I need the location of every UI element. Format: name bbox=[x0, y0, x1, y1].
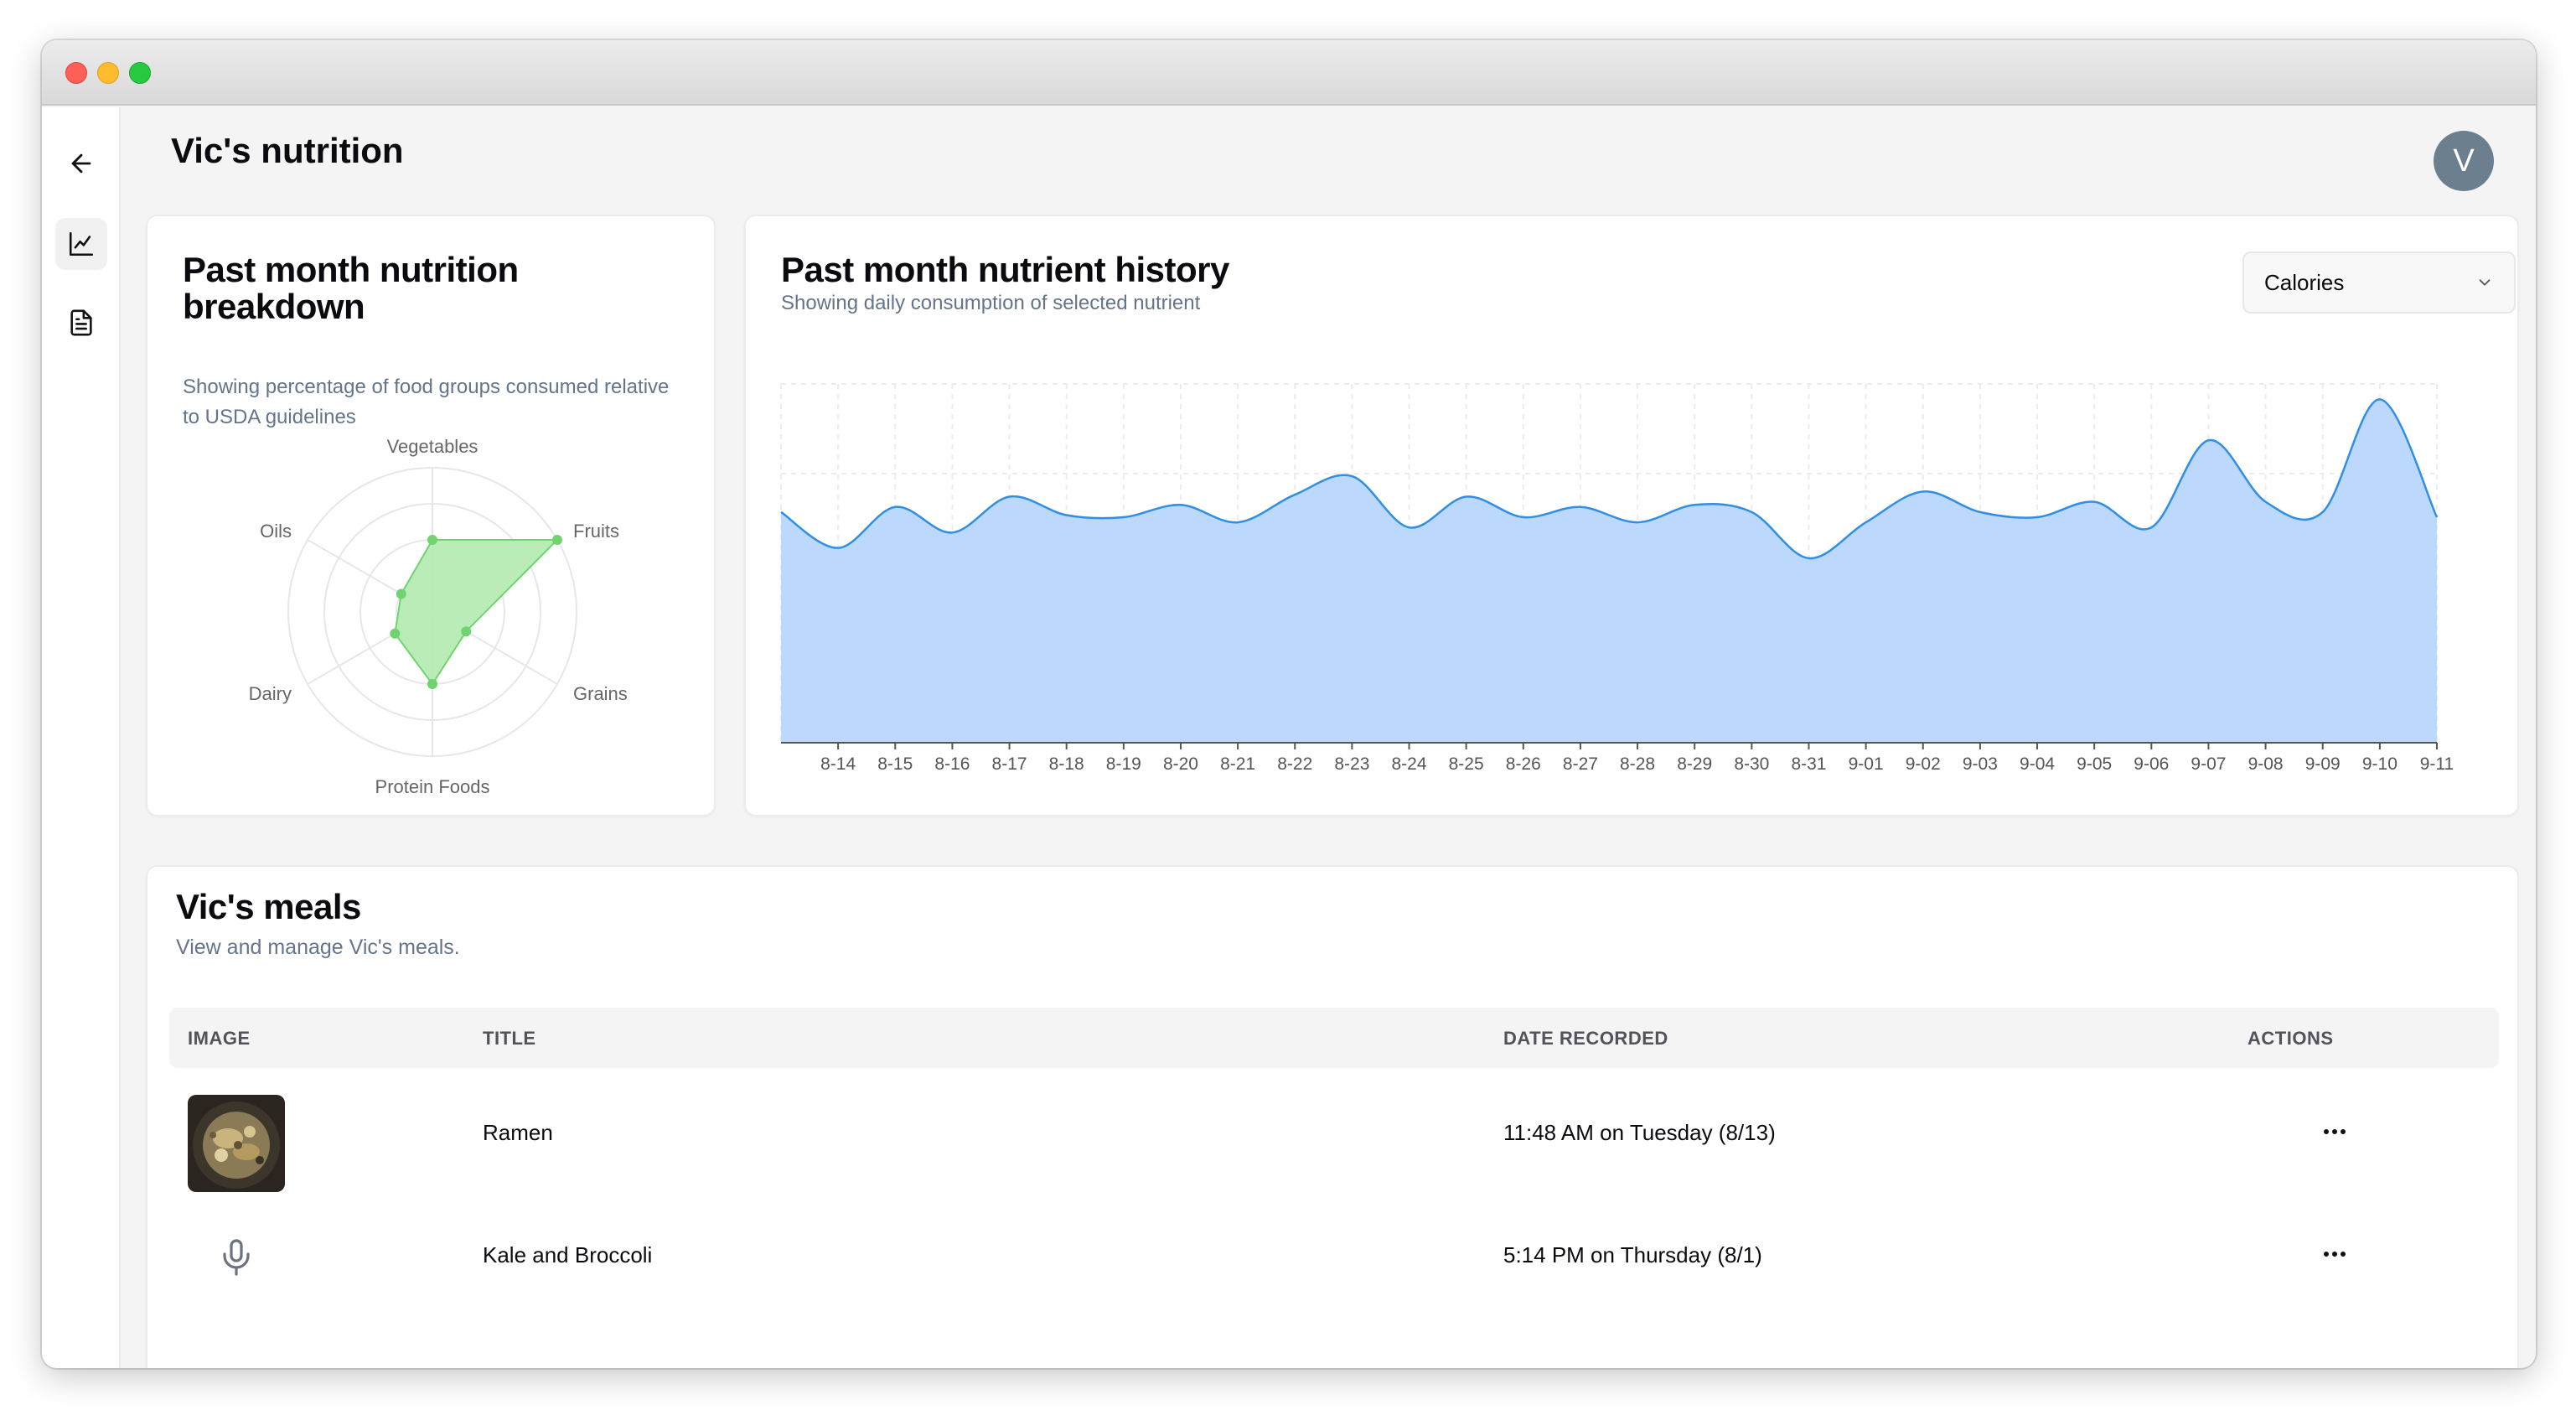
x-axis-tick-label: 8-18 bbox=[1049, 754, 1084, 774]
x-axis-tick-label: 8-19 bbox=[1106, 754, 1141, 774]
x-axis-tick-label: 8-23 bbox=[1334, 754, 1369, 774]
radar-axis-label: Grains bbox=[573, 683, 628, 704]
breakdown-title: Past month nutrition breakdown bbox=[183, 250, 519, 326]
x-axis-tick-label: 8-20 bbox=[1163, 754, 1198, 774]
column-header-actions: ACTIONS bbox=[2248, 1028, 2334, 1049]
nutrient-history-card: Past month nutrient history Showing dail… bbox=[744, 215, 2519, 816]
x-axis-tick-label: 8-28 bbox=[1620, 754, 1655, 774]
x-axis-tick-label: 8-24 bbox=[1392, 754, 1427, 774]
x-axis-tick-label: 9-04 bbox=[2020, 754, 2055, 774]
x-axis-tick-label: 9-11 bbox=[2420, 754, 2454, 774]
minimize-window-button[interactable] bbox=[97, 62, 119, 84]
maximize-window-button[interactable] bbox=[129, 62, 151, 84]
x-axis-tick-label: 9-10 bbox=[2362, 754, 2398, 774]
arrow-left-icon bbox=[71, 153, 91, 174]
x-axis-tick-label: 8-14 bbox=[820, 754, 856, 774]
nutrient-history-area-chart: 8-14 8-15 8-16 8-17 8-18 8-19 8-20 8-21 8-22 8-23… bbox=[780, 383, 2454, 774]
radar-point-vegetables[interactable] bbox=[427, 535, 437, 545]
radar-axis-label: Vegetables bbox=[387, 436, 478, 457]
radar-point-protein-foods[interactable] bbox=[427, 679, 437, 689]
microphone-icon bbox=[223, 1239, 250, 1276]
area-series-fill bbox=[781, 399, 2437, 743]
radar-point-oils[interactable] bbox=[396, 588, 406, 599]
x-axis-tick-label: 8-22 bbox=[1277, 754, 1312, 774]
radar-axis-label: Fruits bbox=[573, 521, 619, 542]
x-axis-tick-label: 9-05 bbox=[2077, 754, 2112, 774]
column-header-title: TITLE bbox=[483, 1028, 536, 1049]
breakdown-subtitle: Showing percentage of food groups consum… bbox=[183, 376, 670, 428]
meal-date: 5:14 PM on Thursday (8/1) bbox=[1503, 1242, 1762, 1267]
back-button[interactable] bbox=[55, 137, 107, 189]
meals-title: Vic's meals bbox=[176, 887, 361, 926]
radar-point-grains[interactable] bbox=[461, 626, 472, 637]
radar-point-dairy[interactable] bbox=[390, 628, 401, 639]
x-axis-tick-label: 8-15 bbox=[877, 754, 913, 774]
x-axis-tick-label: 8-21 bbox=[1220, 754, 1255, 774]
more-actions-icon[interactable] bbox=[2318, 1246, 2351, 1262]
more-actions-icon[interactable] bbox=[2318, 1123, 2351, 1140]
column-header-date: DATE RECORDED bbox=[1503, 1028, 1668, 1049]
meals-card: Vic's meals View and manage Vic's meals.… bbox=[146, 865, 2519, 1368]
x-axis-tick-label: 8-25 bbox=[1449, 754, 1484, 774]
x-axis-tick-label: 8-29 bbox=[1677, 754, 1712, 774]
sidebar-item-documents[interactable] bbox=[55, 297, 107, 349]
meals-table-header: IMAGE TITLE DATE RECORDED ACTIONS bbox=[169, 1008, 2499, 1068]
x-axis-tick-label: 9-06 bbox=[2134, 754, 2169, 774]
voice-note-thumbnail bbox=[188, 1209, 285, 1306]
meal-date: 11:48 AM on Tuesday (8/13) bbox=[1503, 1120, 1776, 1145]
x-axis-tick-label: 9-09 bbox=[2305, 754, 2341, 774]
meal-title: Kale and Broccoli bbox=[483, 1242, 653, 1267]
x-axis-tick-label: 9-03 bbox=[1963, 754, 1998, 774]
x-axis-tick-label: 9-02 bbox=[1906, 754, 1941, 774]
radar-point-fruits[interactable] bbox=[551, 535, 562, 545]
x-axis-tick-label: 8-27 bbox=[1563, 754, 1598, 774]
radar-axis-label: Oils bbox=[260, 521, 292, 542]
radar-axis-label: Protein Foods bbox=[375, 776, 490, 796]
meal-photo-ramen bbox=[188, 1095, 285, 1192]
line-chart-icon bbox=[69, 231, 94, 257]
document-icon bbox=[70, 309, 92, 336]
user-avatar[interactable]: V bbox=[2434, 131, 2494, 191]
table-row[interactable]: Kale and Broccoli 5:14 PM on Thursday (8… bbox=[169, 1197, 2499, 1314]
x-axis-tick-label: 8-26 bbox=[1506, 754, 1541, 774]
sidebar-item-charts[interactable] bbox=[55, 218, 107, 270]
nutrition-breakdown-card: Past month nutrition breakdown Showing p… bbox=[146, 215, 716, 816]
app-window: Vic's nutrition V Past month nutrition b… bbox=[42, 40, 2536, 1368]
x-axis-tick-label: 9-08 bbox=[2248, 754, 2284, 774]
column-header-image: IMAGE bbox=[188, 1028, 251, 1049]
x-axis-tick-label: 8-30 bbox=[1734, 754, 1769, 774]
scroll-fade bbox=[147, 1324, 2517, 1368]
table-row[interactable]: Ramen 11:48 AM on Tuesday (8/13) bbox=[169, 1076, 2499, 1194]
close-window-button[interactable] bbox=[65, 62, 87, 84]
page-title: Vic's nutrition bbox=[171, 131, 404, 170]
x-axis-tick-label: 8-17 bbox=[992, 754, 1027, 774]
radar-series-area bbox=[394, 539, 560, 686]
x-axis-tick-label: 8-16 bbox=[934, 754, 970, 774]
radar-axis-label: Dairy bbox=[249, 683, 292, 704]
nutrition-radar-chart: Vegetables Fruits Grains Protein Foods Dairy… bbox=[249, 436, 628, 796]
x-axis-tick-label: 9-01 bbox=[1849, 754, 1884, 774]
sidebar bbox=[42, 107, 121, 1368]
window-titlebar bbox=[42, 40, 2536, 106]
x-axis-tick-label: 9-07 bbox=[2191, 754, 2226, 774]
x-axis-tick-label: 8-31 bbox=[1791, 754, 1826, 774]
meals-subtitle: View and manage Vic's meals. bbox=[176, 936, 460, 959]
meal-title: Ramen bbox=[483, 1120, 553, 1145]
